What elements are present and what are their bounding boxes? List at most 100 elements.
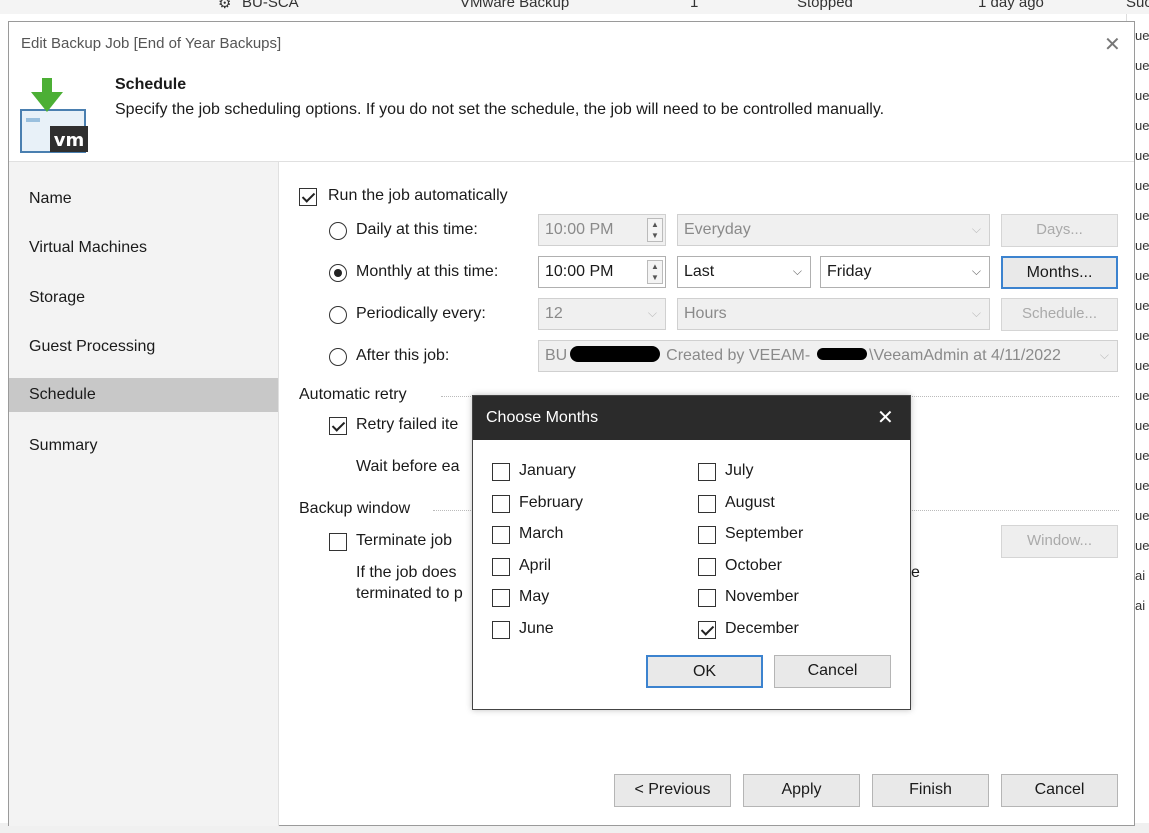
bg-fragment: ue bbox=[1135, 118, 1149, 133]
bg-job-last-run: 1 day ago bbox=[978, 0, 1044, 11]
daily-frequency-select[interactable]: Everyday ⌵ bbox=[677, 214, 990, 246]
spinner-icon[interactable]: ▲ ▼ bbox=[647, 218, 663, 242]
nav-item-storage[interactable]: Storage bbox=[9, 281, 278, 315]
month-checkbox-july[interactable] bbox=[698, 463, 716, 481]
daily-radio[interactable] bbox=[329, 222, 347, 240]
gear-icon: ⚙ bbox=[218, 0, 232, 12]
month-checkbox-april[interactable] bbox=[492, 558, 510, 576]
month-checkbox-may[interactable] bbox=[492, 589, 510, 607]
chevron-down-icon: ⌵ bbox=[971, 264, 981, 278]
automatic-retry-section: Automatic retry bbox=[299, 386, 407, 403]
after-job-radio[interactable] bbox=[329, 348, 347, 366]
terminate-job-label: Terminate job bbox=[356, 532, 453, 549]
nav-item-virtual-machines[interactable]: Virtual Machines bbox=[9, 231, 278, 265]
bg-fragment: ue bbox=[1135, 268, 1149, 283]
bg-job-name: BU-SCA bbox=[242, 0, 299, 11]
month-label-february: February bbox=[519, 494, 584, 511]
bg-fragment: ue bbox=[1135, 328, 1149, 343]
chevron-down-icon: ⌵ bbox=[1099, 348, 1109, 362]
page-title: Schedule bbox=[115, 76, 187, 93]
months-button[interactable]: Months... bbox=[1001, 256, 1118, 289]
monthly-label: Monthly at this time: bbox=[356, 263, 499, 280]
periodic-schedule-button[interactable]: Schedule... bbox=[1001, 298, 1118, 331]
nav-item-guest-processing[interactable]: Guest Processing bbox=[9, 330, 278, 364]
vm-backup-icon: vm bbox=[18, 76, 98, 156]
page-description: Specify the job scheduling options. If y… bbox=[115, 101, 885, 118]
daily-time-input[interactable]: 10:00 PM ▲ ▼ bbox=[538, 214, 666, 246]
after-job-value: Created by VEEAM- bbox=[666, 347, 811, 364]
bg-fragment: ue bbox=[1135, 298, 1149, 313]
close-icon[interactable]: ✕ bbox=[877, 405, 894, 430]
month-checkbox-september[interactable] bbox=[698, 526, 716, 544]
apply-button[interactable]: Apply bbox=[743, 774, 860, 807]
bg-job-status: Stopped bbox=[797, 0, 853, 11]
previous-button[interactable]: < Previous bbox=[614, 774, 731, 807]
month-checkbox-december[interactable] bbox=[698, 621, 716, 639]
bg-fragment: ue bbox=[1135, 418, 1149, 433]
spinner-icon[interactable]: ▲ ▼ bbox=[647, 260, 663, 284]
chevron-down-icon: ⌵ bbox=[971, 306, 981, 320]
monthly-day-value: Friday bbox=[827, 263, 872, 280]
daily-time-value: 10:00 PM bbox=[545, 221, 614, 238]
bg-fragment: ue bbox=[1135, 208, 1149, 223]
vm-icon-label: vm bbox=[54, 130, 85, 151]
month-label-may: May bbox=[519, 588, 550, 605]
background-job-row: ⚙ BU-SCA VMware Backup 1 Stopped 1 day a… bbox=[0, 0, 1149, 14]
periodic-value-select[interactable]: 12 ⌵ bbox=[538, 298, 666, 330]
ok-button[interactable]: OK bbox=[646, 655, 763, 688]
monthly-week-select[interactable]: Last ⌵ bbox=[677, 256, 811, 288]
periodic-unit-value: Hours bbox=[684, 305, 727, 322]
nav-item-summary[interactable]: Summary bbox=[9, 429, 278, 463]
nav-item-name[interactable]: Name bbox=[9, 182, 278, 216]
months-cancel-button[interactable]: Cancel bbox=[774, 655, 891, 688]
month-checkbox-november[interactable] bbox=[698, 589, 716, 607]
bg-fragment: ue bbox=[1135, 388, 1149, 403]
bg-fragment: ai bbox=[1135, 598, 1146, 613]
finish-button[interactable]: Finish bbox=[872, 774, 989, 807]
retry-failed-label: Retry failed ite bbox=[356, 416, 459, 433]
daily-frequency-value: Everyday bbox=[684, 221, 751, 238]
bg-fragment: ue bbox=[1135, 538, 1149, 553]
after-job-label: After this job: bbox=[356, 347, 450, 364]
wizard-header: vm Schedule Specify the job scheduling o… bbox=[9, 60, 1134, 162]
periodic-radio[interactable] bbox=[329, 306, 347, 324]
choose-months-titlebar: Choose Months ✕ bbox=[473, 396, 910, 440]
bg-fragment: ue bbox=[1135, 88, 1149, 103]
month-checkbox-march[interactable] bbox=[492, 526, 510, 544]
retry-failed-checkbox[interactable] bbox=[329, 417, 347, 435]
nav-item-schedule[interactable]: Schedule bbox=[9, 378, 278, 412]
month-checkbox-january[interactable] bbox=[492, 463, 510, 481]
monthly-time-input[interactable]: 10:00 PM ▲ ▼ bbox=[538, 256, 666, 288]
dialog-title: Edit Backup Job [End of Year Backups] bbox=[21, 35, 282, 52]
month-checkbox-october[interactable] bbox=[698, 558, 716, 576]
cancel-button[interactable]: Cancel bbox=[1001, 774, 1118, 807]
monthly-day-select[interactable]: Friday ⌵ bbox=[820, 256, 990, 288]
month-checkbox-june[interactable] bbox=[492, 621, 510, 639]
periodic-unit-select[interactable]: Hours ⌵ bbox=[677, 298, 990, 330]
run-automatically-label: Run the job automatically bbox=[328, 187, 508, 204]
after-job-suffix: \VeeamAdmin at 4/11/2022 bbox=[869, 347, 1061, 364]
bg-fragment: ue bbox=[1135, 238, 1149, 253]
monthly-radio[interactable] bbox=[329, 264, 347, 282]
bg-fragment: ue bbox=[1135, 478, 1149, 493]
bg-fragment: ue bbox=[1135, 448, 1149, 463]
chevron-down-icon: ⌵ bbox=[647, 306, 657, 320]
choose-months-title: Choose Months bbox=[486, 409, 599, 426]
month-checkbox-august[interactable] bbox=[698, 495, 716, 513]
window-button[interactable]: Window... bbox=[1001, 525, 1118, 558]
redaction-mark bbox=[817, 348, 867, 360]
terminate-job-checkbox[interactable] bbox=[329, 533, 347, 551]
bg-job-result: Suc bbox=[1126, 0, 1149, 11]
month-checkbox-february[interactable] bbox=[492, 495, 510, 513]
month-label-december: December bbox=[725, 620, 799, 637]
run-automatically-checkbox[interactable] bbox=[299, 188, 317, 206]
after-job-prefix: BU bbox=[545, 347, 568, 364]
bg-fragment: ue bbox=[1135, 358, 1149, 373]
days-button[interactable]: Days... bbox=[1001, 214, 1118, 247]
window-info-fragment: e bbox=[911, 564, 920, 581]
close-icon[interactable]: ✕ bbox=[1104, 32, 1121, 57]
daily-label: Daily at this time: bbox=[356, 221, 478, 238]
month-label-june: June bbox=[519, 620, 554, 637]
bg-fragment: ai bbox=[1135, 568, 1146, 583]
choose-months-dialog: Choose Months ✕ January February March A… bbox=[472, 395, 911, 710]
